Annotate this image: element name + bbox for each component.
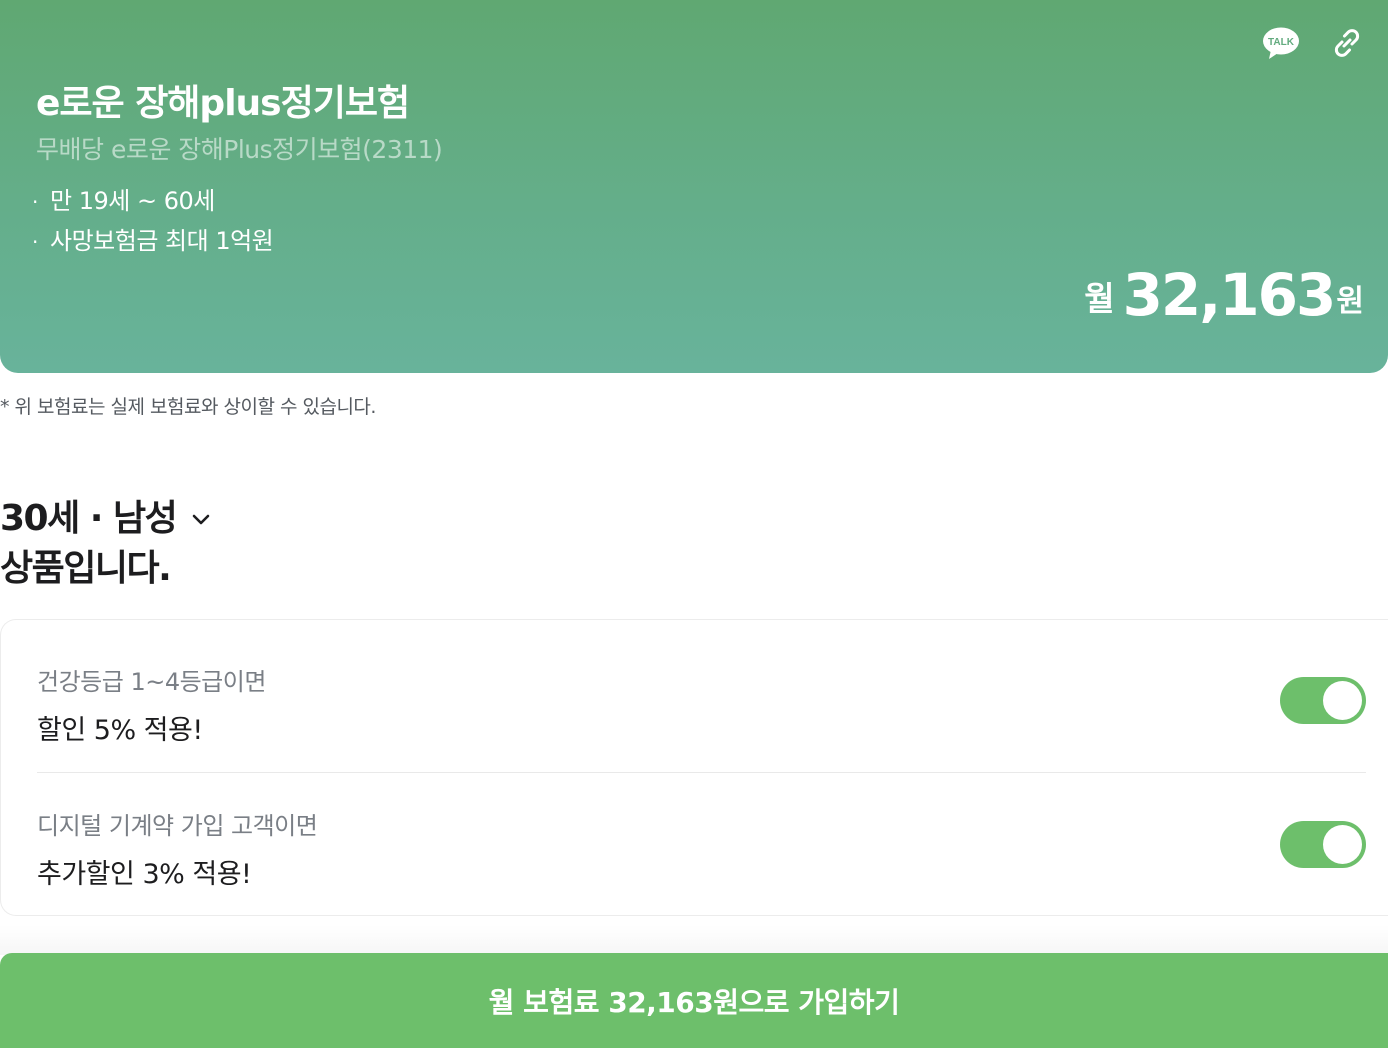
discount-benefit: 추가할인 3% 적용! (37, 859, 252, 890)
feature-text: 사망보험금 최대 1억원 (50, 227, 274, 255)
feature-item: · 만 19세 ~ 60세 (32, 182, 273, 222)
toggle-knob (1323, 681, 1362, 720)
digital-discount-toggle[interactable] (1280, 821, 1366, 868)
toggle-knob (1323, 825, 1362, 864)
profile-tail-text: 상품입니다. (0, 548, 172, 589)
premium-suffix: 원 (1336, 284, 1364, 319)
cta-shadow (0, 925, 1388, 955)
talk-label: TALK (1268, 37, 1295, 48)
discount-benefit: 할인 5% 적용! (37, 715, 203, 746)
product-features: · 만 19세 ~ 60세 · 사망보험금 최대 1억원 (32, 182, 274, 262)
discount-condition: 건강등급 1~4등급이면 (37, 668, 266, 696)
health-discount-toggle[interactable] (1280, 677, 1366, 724)
page: TALK e로운 장해plus정기보험 무배당 e로운 장해Plus정기보험(2… (0, 0, 1388, 1048)
discount-card: 건강등급 1~4등급이면 할인 5% 적용! 디지털 기계약 가입 고객이면 추… (0, 619, 1388, 916)
discount-row-digital: 디지털 기계약 가입 고객이면 추가할인 3% 적용! (37, 772, 1366, 916)
bullet: · (32, 230, 38, 254)
age-gender-selector[interactable]: 30세 · 남성 (0, 494, 212, 544)
share-icons: TALK (1262, 24, 1366, 62)
discount-condition: 디지털 기계약 가입 고객이면 (37, 812, 318, 840)
kakaotalk-icon: TALK (1263, 27, 1299, 59)
kakaotalk-share-button[interactable]: TALK (1262, 24, 1300, 62)
discount-row-health: 건강등급 1~4등급이면 할인 5% 적용! (37, 628, 1366, 773)
premium-amount: 32,163 (1122, 261, 1337, 329)
product-title: e로운 장해plus정기보험 (36, 83, 410, 124)
bullet: · (32, 190, 38, 214)
premium-notice: * 위 보험료는 실제 보험료와 상이할 수 있습니다. (0, 396, 376, 418)
product-hero-card: TALK e로운 장해plus정기보험 무배당 e로운 장해Plus정기보험(2… (0, 0, 1388, 373)
link-icon (1334, 29, 1360, 57)
feature-text: 만 19세 ~ 60세 (50, 187, 215, 215)
premium-prefix: 월 (1084, 279, 1115, 318)
chevron-down-icon (192, 514, 210, 525)
product-subtitle: 무배당 e로운 장해Plus정기보험(2311) (36, 135, 443, 164)
monthly-premium: 월 32,163 원 (1084, 262, 1364, 328)
age-gender-text: 30세 · 남성 (0, 498, 178, 539)
subscribe-button[interactable]: 월 보험료 32,163원으로 가입하기 (0, 953, 1388, 1048)
profile-heading: 30세 · 남성 상품입니다. (0, 494, 212, 594)
feature-item: · 사망보험금 최대 1억원 (32, 222, 274, 262)
link-share-button[interactable] (1328, 24, 1366, 62)
